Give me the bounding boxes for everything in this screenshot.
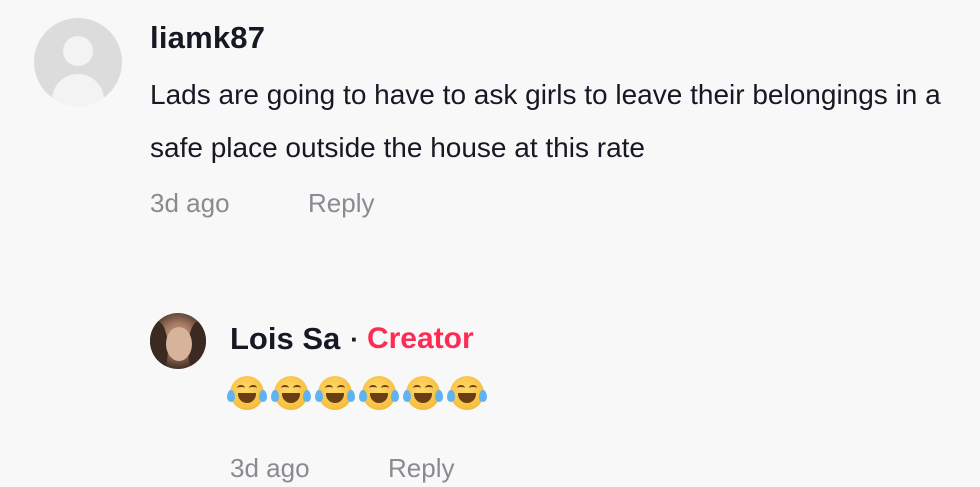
reply-body: Lois Sa · Creator 3d ago Reply [227,313,930,484]
creator-badge: Creator [366,322,474,355]
comment-timestamp: 3d ago [150,188,230,218]
comment-meta: 3d ago Reply [150,188,950,219]
joy-emoji-icon [271,376,311,410]
default-user-avatar-icon[interactable] [34,18,122,106]
reply-timestamp: 3d ago [230,453,310,483]
comment-text: Lads are going to have to ask girls to l… [150,79,941,163]
joy-emoji-icon [447,376,487,410]
reply-header: Lois Sa · Creator [230,313,930,365]
comment-body: liamk87 Lads are going to have to ask gi… [150,18,950,219]
reply-meta: 3d ago Reply [230,453,930,484]
creator-avatar[interactable] [150,313,206,369]
avatar-body-shape [52,74,104,106]
separator-dot: · [350,323,359,354]
joy-emoji-icon [403,376,443,410]
reply-username[interactable]: Lois Sa [230,321,340,357]
joy-emoji-icon [315,376,355,410]
avatar-head-shape [63,36,93,66]
comment-reply-button[interactable]: Reply [308,188,374,219]
joy-emoji-icon [359,376,399,410]
reply-reply-button[interactable]: Reply [388,453,454,484]
comments-section: liamk87 Lads are going to have to ask gi… [0,0,980,487]
joy-emoji-icon [227,376,267,410]
reply-text [227,373,930,413]
comment-username[interactable]: liamk87 [150,18,950,58]
